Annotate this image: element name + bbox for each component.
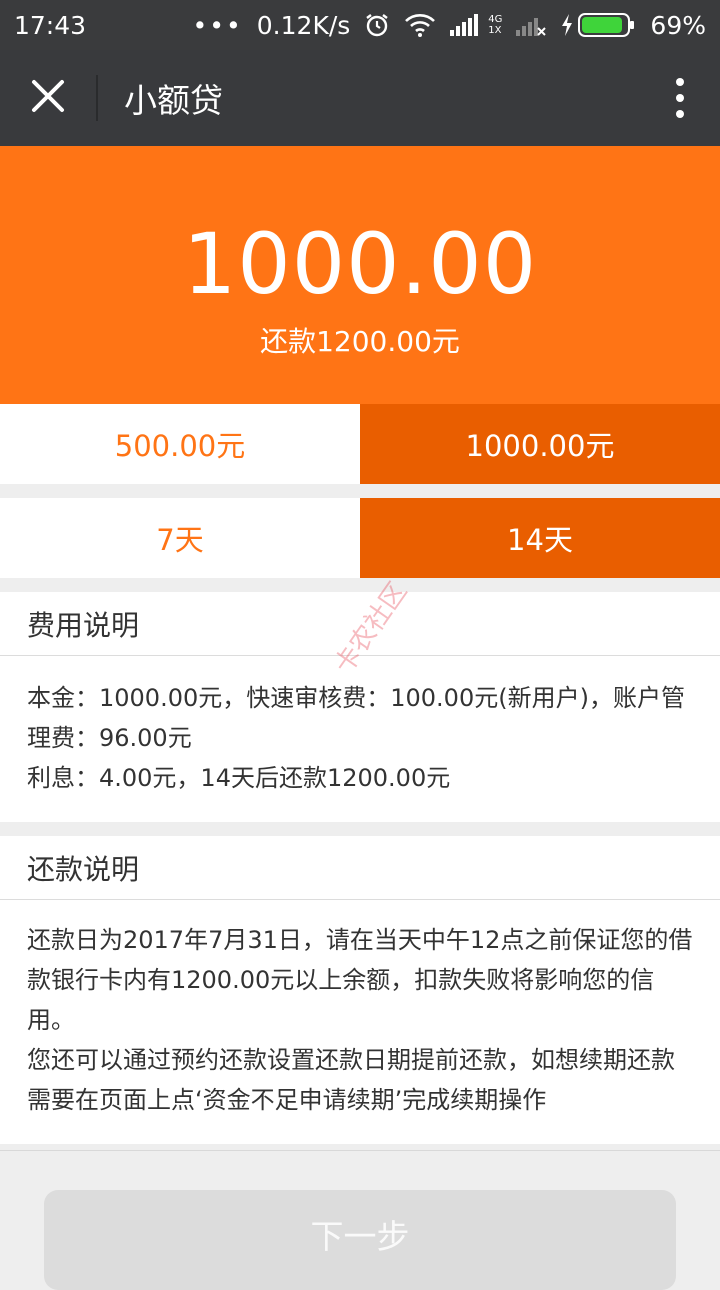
repay-date-paragraph: 还款日为2017年7月31日，请在当天中午12点之前保证您的借款银行卡内有120… — [27, 926, 693, 1034]
fee-detail-line: 本金：1000.00元，快速审核费：100.00元(新用户)，账户管理费：96.… — [27, 684, 685, 752]
term-selector: 7天 14天 — [0, 498, 720, 578]
network-type: 4G — [488, 14, 503, 25]
more-dot-icon — [676, 94, 684, 102]
fee-section-body: 本金：1000.00元，快速审核费：100.00元(新用户)，账户管理费：96.… — [0, 656, 720, 822]
repay-total: 还款1200.00元 — [260, 325, 460, 358]
signal-empty-icon — [516, 14, 547, 36]
loan-summary: 1000.00 还款1200.00元 — [0, 146, 720, 404]
network-type-secondary: 1X — [488, 25, 502, 36]
footer-bar: 下一步 — [0, 1150, 720, 1290]
repay-section: 还款说明 还款日为2017年7月31日，请在当天中午12点之前保证您的借款银行卡… — [0, 836, 720, 1144]
nav-bar: 小额贷 — [0, 50, 720, 146]
signal-icon: 4G 1X — [450, 14, 502, 36]
fee-section: 费用说明 本金：1000.00元，快速审核费：100.00元(新用户)，账户管理… — [0, 592, 720, 822]
more-menu-button[interactable] — [660, 74, 700, 122]
fee-interest-line: 利息：4.00元，14天后还款1200.00元 — [27, 764, 451, 792]
more-dot-icon — [676, 78, 684, 86]
network-speed: 0.12K/s — [256, 10, 351, 40]
close-icon — [31, 79, 65, 117]
amount-option-500[interactable]: 500.00元 — [0, 404, 360, 484]
term-option-7[interactable]: 7天 — [0, 498, 360, 578]
amount-option-1000[interactable]: 1000.00元 — [360, 404, 720, 484]
status-time: 17:43 — [14, 10, 87, 40]
alarm-icon — [364, 12, 390, 38]
more-dots-indicator: ••• — [192, 10, 243, 40]
close-button[interactable] — [0, 50, 96, 146]
loan-amount: 1000.00 — [182, 215, 538, 313]
next-step-button[interactable]: 下一步 — [44, 1190, 676, 1290]
nav-divider — [96, 75, 98, 121]
page-title: 小额贷 — [124, 81, 223, 120]
repay-section-body: 还款日为2017年7月31日，请在当天中午12点之前保证您的借款银行卡内有120… — [0, 900, 720, 1144]
status-bar: 17:43 ••• 0.12K/s 4G 1X 69% — [0, 0, 720, 50]
fee-section-title: 费用说明 — [0, 592, 720, 656]
wifi-icon — [404, 13, 436, 37]
more-dot-icon — [676, 110, 684, 118]
amount-selector: 500.00元 1000.00元 — [0, 404, 720, 484]
repay-extension-paragraph: 您还可以通过预约还款设置还款日期提前还款，如想续期还款需要在页面上点‘资金不足申… — [27, 1046, 675, 1114]
repay-section-title: 还款说明 — [0, 836, 720, 900]
battery-percent: 69% — [650, 10, 706, 40]
battery-icon — [560, 12, 636, 38]
term-option-14[interactable]: 14天 — [360, 498, 720, 578]
